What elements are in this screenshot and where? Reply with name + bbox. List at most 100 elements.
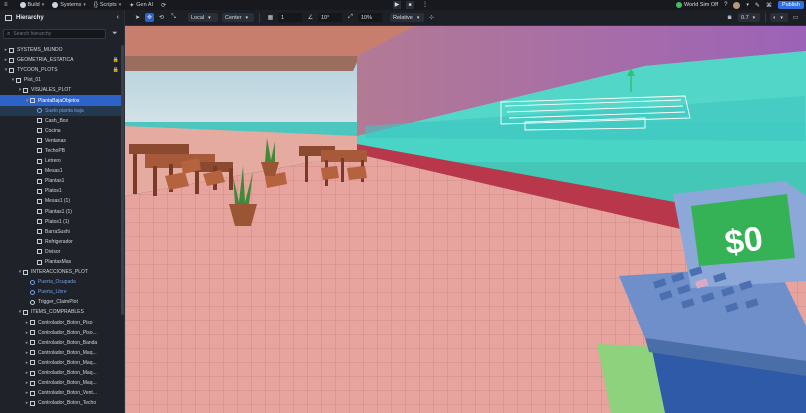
hierarchy-row[interactable]: ▸ Controlador_Boton_Piso bbox=[0, 318, 124, 328]
hierarchy-row[interactable]: ▸ GEOMETRIA_ESTATICA 🔒 bbox=[0, 55, 124, 65]
menu-systems-label: Systems bbox=[60, 2, 82, 8]
hierarchy-row-label: Suelo planta baja bbox=[45, 107, 84, 114]
help-icon[interactable]: ? bbox=[724, 2, 727, 8]
hierarchy-row[interactable]: ▸ Controlador_Boton_Banda bbox=[0, 338, 124, 348]
hierarchy-row[interactable]: Letrero bbox=[0, 156, 124, 166]
hierarchy-tree: ▸ SYSTEMS_MUNDO ▸ GEOMETRIA_ESTATICA 🔒 ▾ TYCOO… bbox=[0, 45, 124, 408]
camera-icon: ◙ bbox=[727, 14, 732, 21]
hierarchy-row[interactable]: ▾ PlantaBajaObjetos bbox=[0, 95, 124, 106]
hierarchy-row[interactable]: Ventanas bbox=[0, 136, 124, 146]
lighting-dropdown[interactable]: ◐ ▾ bbox=[770, 13, 788, 22]
component-icon bbox=[30, 299, 35, 305]
stop-button[interactable]: ■ bbox=[406, 1, 414, 9]
collapse-panel-icon[interactable]: ‹ bbox=[117, 14, 119, 21]
hierarchy-row[interactable]: ▾ TYCOON_PLOTS 🔒 bbox=[0, 65, 124, 75]
controller-icon[interactable]: ⌘ bbox=[766, 2, 772, 9]
menu-gen-ai[interactable]: ✦ Gen AI bbox=[129, 2, 153, 9]
scene-render bbox=[125, 26, 806, 413]
pen-icon[interactable]: ✎ bbox=[755, 2, 760, 9]
menu-scripts[interactable]: {} Scripts ▾ bbox=[94, 2, 121, 8]
hierarchy-row[interactable]: TechoPB bbox=[0, 146, 124, 156]
filter-icon[interactable]: ⏷ bbox=[112, 30, 118, 38]
snap-move-toggle[interactable]: ▦ bbox=[266, 13, 275, 22]
hierarchy-row[interactable]: ▾ ITEMS_COMPRABLES bbox=[0, 307, 124, 317]
hierarchy-row[interactable]: ▸ Controlador_Boton_Techo bbox=[0, 398, 124, 408]
hierarchy-row[interactable]: Puerta_Libre bbox=[0, 287, 124, 297]
hierarchy-row[interactable]: Plantas1 bbox=[0, 176, 124, 186]
snap-scale-input[interactable]: 10% bbox=[358, 13, 382, 22]
hierarchy-row-label: Platos1 (1) bbox=[45, 218, 70, 225]
entity-icon bbox=[30, 370, 35, 376]
select-tool[interactable]: ➤ bbox=[133, 13, 142, 22]
relative-dropdown[interactable]: Relative ▾ bbox=[390, 13, 424, 22]
hierarchy-panel: Hierarchy ‹ ⌕ Search hierarchy ⏷ ▸ SYSTEM… bbox=[0, 10, 125, 413]
hierarchy-row[interactable]: ▸ Controlador_Boton_Piso... bbox=[0, 328, 124, 338]
hierarchy-row[interactable]: Trigger_ClaimPlot bbox=[0, 297, 124, 307]
hierarchy-row[interactable]: ▾ INTERACCIONES_PLOT bbox=[0, 267, 124, 277]
snap-rotate-input[interactable]: 10° bbox=[318, 13, 342, 22]
hierarchy-row[interactable]: ▸ Controlador_Boton_Maq... bbox=[0, 358, 124, 368]
entity-icon bbox=[37, 118, 42, 124]
hierarchy-row[interactable]: BarraSushi bbox=[0, 227, 124, 237]
hierarchy-row[interactable]: Plantas1 (1) bbox=[0, 207, 124, 217]
hierarchy-header: Hierarchy ‹ bbox=[0, 10, 124, 26]
rotate-tool[interactable]: ⟲ bbox=[157, 13, 166, 22]
hierarchy-row-label: Letrero bbox=[45, 158, 61, 165]
search-input[interactable]: ⌕ Search hierarchy bbox=[3, 29, 106, 39]
play-button[interactable]: ▶ bbox=[393, 1, 401, 9]
stop-icon: ■ bbox=[408, 2, 412, 8]
lock-icon[interactable]: 🔒 bbox=[113, 67, 119, 73]
hierarchy-row[interactable]: ▸ Controlador_Boton_Maq... bbox=[0, 348, 124, 358]
world-sim-toggle[interactable]: World Sim Off bbox=[676, 2, 718, 8]
refresh-icon: ⟳ bbox=[161, 2, 167, 9]
entity-icon bbox=[37, 239, 42, 245]
hierarchy-row[interactable]: ▾ VISUALES_PLOT bbox=[0, 85, 124, 95]
publish-button[interactable]: Publish bbox=[777, 1, 804, 9]
hierarchy-row[interactable]: Puerta_Ocupada bbox=[0, 277, 124, 287]
hierarchy-row[interactable]: Platos1 (1) bbox=[0, 217, 124, 227]
hierarchy-row[interactable]: Divisor bbox=[0, 247, 124, 257]
camera-button[interactable]: ◙ bbox=[725, 13, 734, 22]
menu-logo[interactable]: ≡ bbox=[4, 2, 8, 8]
hierarchy-row[interactable]: Suelo planta baja bbox=[0, 105, 124, 116]
hierarchy-row[interactable]: Cocina bbox=[0, 126, 124, 136]
layout-button[interactable]: ▭ bbox=[791, 13, 800, 22]
menu-build[interactable]: Build ▾ bbox=[19, 2, 44, 8]
hierarchy-row[interactable]: ▸ Controlador_Boton_Maq... bbox=[0, 368, 124, 378]
pivot-dropdown[interactable]: Center ▾ bbox=[222, 13, 254, 22]
snap-move-input[interactable]: 1 bbox=[278, 13, 302, 22]
hierarchy-row[interactable]: Cash_Box bbox=[0, 116, 124, 126]
hierarchy-row[interactable]: Mesas1 (1) bbox=[0, 196, 124, 206]
hierarchy-row[interactable]: ▾ Plot_01 bbox=[0, 75, 124, 85]
entity-icon bbox=[37, 219, 42, 225]
move-tool[interactable]: ✥ bbox=[145, 13, 154, 22]
hierarchy-scrollbar[interactable] bbox=[121, 45, 124, 315]
scene-viewport[interactable]: $0 bbox=[125, 26, 806, 413]
hierarchy-row-label: Controlador_Boton_Maq... bbox=[38, 349, 97, 356]
hierarchy-row[interactable]: Mesas1 bbox=[0, 166, 124, 176]
hierarchy-row-label: Trigger_ClaimPlot bbox=[38, 299, 78, 306]
hierarchy-row[interactable]: Platos1 bbox=[0, 186, 124, 196]
camera-speed-dropdown[interactable]: 0.7 ▾ bbox=[738, 13, 760, 22]
hierarchy-row[interactable]: Refrigerador bbox=[0, 237, 124, 247]
chevron-down-icon[interactable]: ▾ bbox=[746, 2, 749, 8]
hierarchy-row-label: Mesas1 bbox=[45, 168, 63, 175]
menu-systems[interactable]: Systems ▾ bbox=[52, 2, 86, 8]
lock-icon[interactable]: 🔒 bbox=[113, 57, 119, 63]
hierarchy-row[interactable]: ▸ Controlador_Boton_Vent... bbox=[0, 388, 124, 398]
hierarchy-row[interactable]: PlantasMas bbox=[0, 257, 124, 267]
hierarchy-row-label: Controlador_Boton_Maq... bbox=[38, 380, 97, 387]
hierarchy-row-label: Controlador_Boton_Techo bbox=[38, 400, 97, 407]
avatar[interactable] bbox=[733, 1, 741, 9]
hierarchy-row-label: SYSTEMS_MUNDO bbox=[17, 47, 63, 54]
more-options-button[interactable]: ⋮ bbox=[421, 1, 429, 9]
refresh-button[interactable]: ⟳ bbox=[161, 2, 166, 9]
snap-rotate-toggle[interactable]: ∠ bbox=[306, 13, 315, 22]
hierarchy-row[interactable]: ▸ SYSTEMS_MUNDO bbox=[0, 45, 124, 55]
align-tool[interactable]: ⊹ bbox=[427, 13, 436, 22]
snap-scale-toggle[interactable]: ⤢ bbox=[346, 13, 355, 22]
hierarchy-row[interactable]: ▸ Controlador_Boton_Maq... bbox=[0, 378, 124, 388]
component-icon bbox=[30, 279, 35, 285]
scale-tool[interactable]: ⤡ bbox=[169, 13, 178, 22]
space-dropdown[interactable]: Local ▾ bbox=[188, 13, 218, 22]
